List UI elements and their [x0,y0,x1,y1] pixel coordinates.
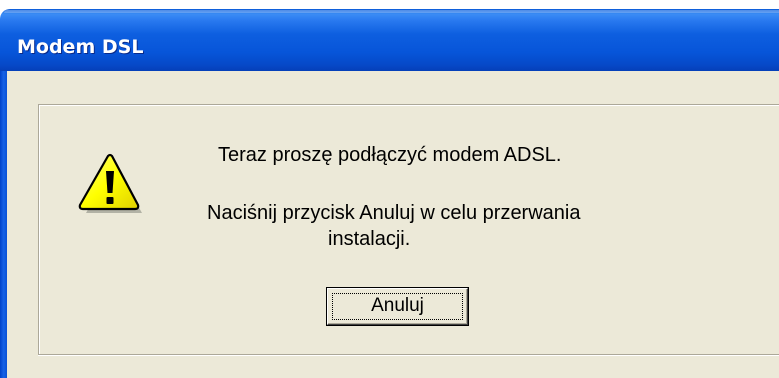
cancel-button[interactable]: Anuluj [327,288,468,325]
install-message-cancel-line-1: Naciśnij przycisk Anuluj w celu przerwan… [207,202,581,224]
title-bar[interactable]: Modem DSL [0,9,779,71]
install-message-cancel: Naciśnij przycisk Anuluj w celu przerwan… [207,202,627,250]
install-message-cancel-line-2: instalacji. [328,228,411,250]
warning-icon [78,153,142,213]
dialog-client-area: Teraz proszę podłączyć modem ADSL. Naciś… [7,71,779,378]
window-title: Modem DSL [17,36,144,58]
install-message-connect: Teraz proszę podłączyć modem ADSL. [218,144,562,166]
title-bar-highlight [4,10,779,13]
window-left-border [0,71,7,378]
dialog-window: Modem DSL Teraz proszę podłączyć modem A… [0,0,779,378]
cancel-button-label: Anuluj [371,295,424,316]
